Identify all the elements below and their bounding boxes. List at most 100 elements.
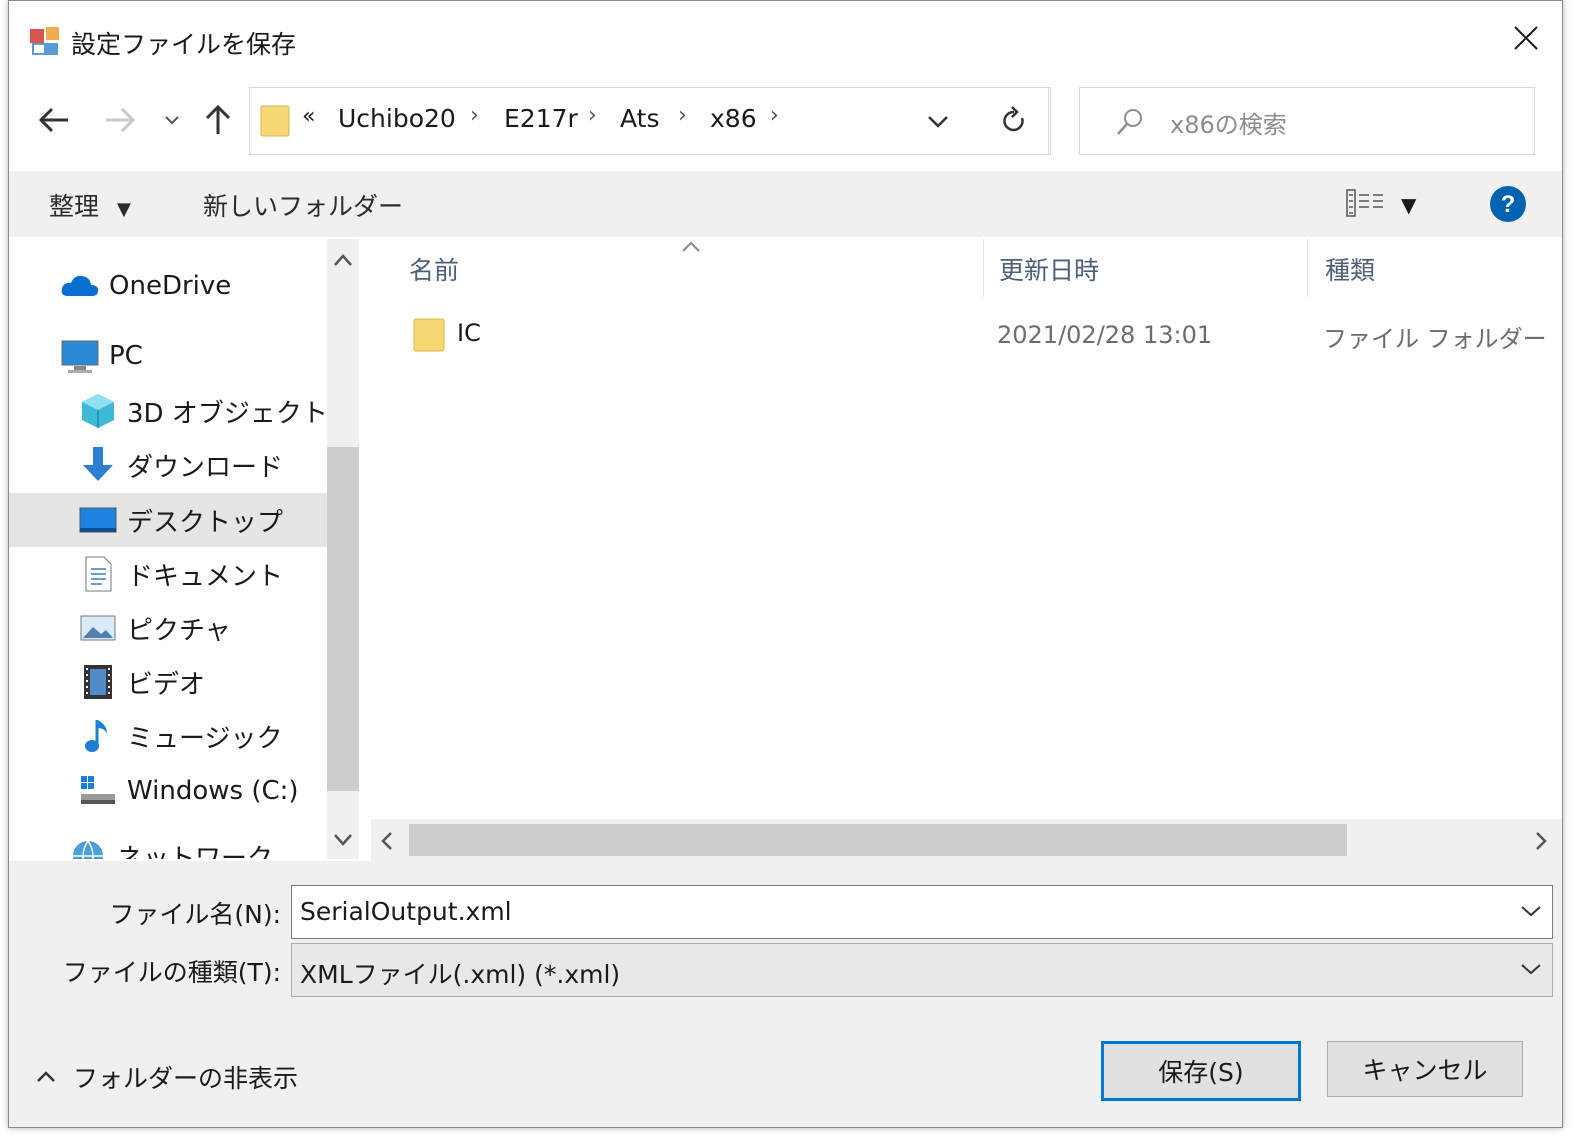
file-row[interactable]: IC 2021/02/28 13:01 ファイル フォルダー bbox=[401, 309, 1551, 361]
recent-locations-button[interactable] bbox=[157, 97, 187, 143]
breadcrumb-item[interactable]: E217r bbox=[504, 104, 578, 133]
navigation-pane: OneDrive PC 3D オブジェクト ダウンロード デスクトップ ドキュメ… bbox=[9, 239, 359, 859]
network-icon bbox=[67, 835, 109, 859]
view-options-button[interactable] bbox=[1345, 187, 1387, 219]
view-dropdown-caret-icon[interactable]: ▼ bbox=[1401, 193, 1416, 217]
filetype-select[interactable]: XMLファイル(.xml) (*.xml) bbox=[291, 943, 1553, 997]
window-title: 設定ファイルを保存 bbox=[71, 30, 297, 59]
file-list-scroll-thumb[interactable] bbox=[409, 824, 1347, 856]
nav-item-desktop[interactable]: デスクトップ bbox=[9, 493, 359, 547]
nav-item-label: ビデオ bbox=[127, 669, 206, 700]
column-header-name[interactable]: 名前 bbox=[409, 251, 459, 287]
search-input[interactable]: x86の検索 bbox=[1170, 105, 1287, 140]
nav-item-label: ミュージック bbox=[127, 723, 283, 754]
command-toolbar: 整理 ▼ 新しいフォルダー ▼ ? bbox=[9, 171, 1562, 237]
folder-icon bbox=[413, 315, 445, 353]
save-file-dialog: 設定ファイルを保存 « Uchibo20 › E217r › Ats › x86… bbox=[8, 0, 1563, 1128]
address-bar[interactable]: « Uchibo20 › E217r › Ats › x86 › bbox=[249, 87, 1049, 155]
cancel-button[interactable]: キャンセル bbox=[1327, 1041, 1523, 1097]
breadcrumb-separator-icon[interactable]: › bbox=[678, 103, 687, 128]
filetype-label: ファイルの種類(T): bbox=[62, 958, 281, 987]
desktop-icon bbox=[77, 499, 119, 541]
forward-button[interactable] bbox=[97, 97, 143, 143]
arrow-up-icon bbox=[205, 104, 231, 134]
file-list: 名前 更新日時 種類 IC 2021/02/28 13:01 ファイル フォルダ… bbox=[371, 239, 1562, 819]
file-name: IC bbox=[457, 319, 481, 347]
breadcrumb-separator-icon[interactable]: › bbox=[588, 103, 597, 128]
refresh-icon bbox=[1002, 106, 1024, 132]
save-button[interactable]: 保存(S) bbox=[1101, 1041, 1301, 1101]
nav-item-onedrive[interactable]: OneDrive bbox=[9, 259, 359, 313]
refresh-button[interactable] bbox=[977, 87, 1051, 155]
nav-item-3d-objects[interactable]: 3D オブジェクト bbox=[9, 384, 359, 438]
filetype-dropdown-button[interactable] bbox=[1516, 954, 1546, 984]
up-button[interactable] bbox=[195, 97, 241, 143]
dropdown-caret-icon: ▼ bbox=[116, 199, 131, 220]
app-icon bbox=[29, 25, 61, 57]
drive-icon bbox=[77, 770, 119, 812]
chevron-up-icon bbox=[37, 1071, 55, 1082]
chevron-down-icon bbox=[1521, 906, 1541, 917]
filename-dropdown-button[interactable] bbox=[1516, 896, 1546, 926]
pc-monitor-icon bbox=[59, 335, 101, 377]
nav-item-pictures[interactable]: ピクチャ bbox=[9, 601, 359, 655]
music-note-icon bbox=[77, 715, 119, 757]
sort-ascending-icon bbox=[679, 239, 703, 255]
3d-objects-icon bbox=[77, 390, 119, 432]
nav-item-videos[interactable]: ビデオ bbox=[9, 655, 359, 709]
folder-icon bbox=[260, 102, 290, 138]
column-header-type[interactable]: 種類 bbox=[1325, 251, 1375, 287]
close-icon bbox=[1514, 26, 1538, 50]
breadcrumb-item[interactable]: Ats bbox=[620, 104, 660, 133]
help-icon: ? bbox=[1490, 186, 1526, 222]
nav-item-label: ドキュメント bbox=[127, 561, 284, 592]
scroll-up-arrow-icon[interactable] bbox=[331, 251, 355, 269]
column-divider[interactable] bbox=[1307, 239, 1308, 297]
nav-item-label: OneDrive bbox=[109, 271, 232, 301]
svg-text:?: ? bbox=[1501, 191, 1516, 218]
scroll-left-arrow-icon[interactable] bbox=[377, 829, 397, 853]
breadcrumb-separator-icon[interactable]: › bbox=[770, 103, 779, 128]
nav-item-pc[interactable]: PC bbox=[9, 329, 359, 383]
search-box[interactable]: x86の検索 bbox=[1079, 87, 1535, 155]
nav-pane-scroll-thumb[interactable] bbox=[327, 447, 359, 791]
address-dropdown-button[interactable] bbox=[926, 112, 950, 132]
filename-input[interactable]: SerialOutput.xml bbox=[300, 897, 512, 926]
nav-item-documents[interactable]: ドキュメント bbox=[9, 547, 359, 601]
hide-folders-toggle[interactable]: フォルダーの非表示 bbox=[35, 1057, 315, 1097]
title-bar[interactable]: 設定ファイルを保存 bbox=[9, 1, 1562, 81]
column-divider[interactable] bbox=[983, 239, 984, 297]
nav-item-downloads[interactable]: ダウンロード bbox=[9, 438, 359, 492]
arrow-right-icon bbox=[106, 107, 136, 133]
nav-item-label: デスクトップ bbox=[127, 507, 284, 538]
help-button[interactable]: ? bbox=[1489, 185, 1527, 223]
column-header-modified[interactable]: 更新日時 bbox=[999, 251, 1099, 287]
breadcrumb-item[interactable]: Uchibo20 bbox=[338, 104, 456, 133]
scroll-down-arrow-icon[interactable] bbox=[331, 831, 355, 849]
video-icon bbox=[77, 661, 119, 703]
back-button[interactable] bbox=[31, 97, 77, 143]
save-form-panel: ファイル名(N): SerialOutput.xml ファイルの種類(T): X… bbox=[9, 861, 1562, 1127]
nav-item-music[interactable]: ミュージック bbox=[9, 709, 359, 763]
download-arrow-icon bbox=[77, 444, 119, 486]
hide-folders-label: フォルダーの非表示 bbox=[73, 1064, 299, 1093]
nav-item-label: PC bbox=[109, 341, 143, 371]
nav-item-network[interactable]: ネットワーク bbox=[9, 829, 359, 859]
breadcrumb-overflow[interactable]: « bbox=[302, 104, 315, 129]
nav-item-label: 3D オブジェクト bbox=[127, 398, 328, 429]
filename-label: ファイル名(N): bbox=[109, 900, 281, 929]
organize-label: 整理 bbox=[49, 192, 100, 221]
nav-item-label: Windows (C:) bbox=[127, 776, 299, 806]
breadcrumb-separator-icon[interactable]: › bbox=[470, 103, 479, 128]
new-folder-button[interactable]: 新しいフォルダー bbox=[203, 187, 403, 223]
picture-icon bbox=[77, 607, 119, 649]
organize-button[interactable]: 整理 ▼ bbox=[49, 187, 131, 223]
scroll-right-arrow-icon[interactable] bbox=[1531, 829, 1551, 853]
nav-item-label: ダウンロード bbox=[127, 452, 284, 483]
breadcrumb-item[interactable]: x86 bbox=[710, 104, 757, 133]
nav-item-windows-drive[interactable]: Windows (C:) bbox=[9, 764, 359, 818]
onedrive-cloud-icon bbox=[59, 265, 101, 307]
arrow-left-icon bbox=[38, 107, 68, 133]
close-button[interactable] bbox=[1497, 9, 1555, 67]
filename-combobox[interactable]: SerialOutput.xml bbox=[291, 885, 1553, 939]
